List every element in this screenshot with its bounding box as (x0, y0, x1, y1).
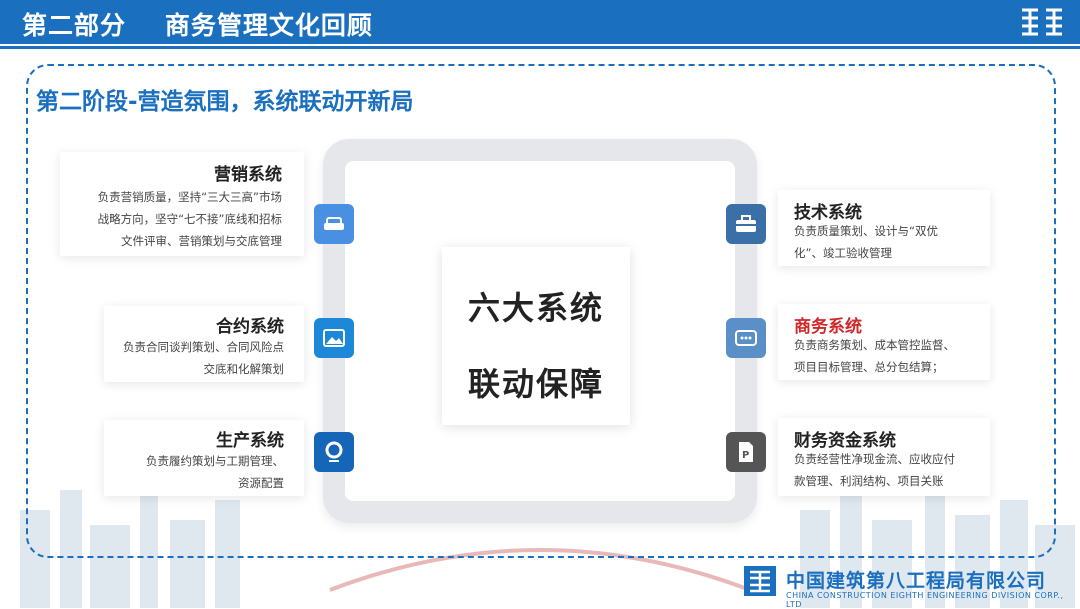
card-desc-line: 负责履约策划与工期管理、 (146, 454, 284, 468)
contract-system-card: 合约系统 负责合同谈判策划、合同风险点 交底和化解策划 (104, 306, 304, 382)
briefcase-icon (726, 204, 766, 244)
card-desc-line: 交底和化解策划 (203, 362, 285, 376)
header-underline (0, 46, 1080, 49)
card-desc-line: 化”、竣工验收管理 (794, 246, 892, 260)
card-desc-line: 款管理、利润结构、项目关账 (794, 474, 944, 488)
center-line-2: 联动保障 (467, 365, 604, 403)
center-line-1: 六大系统 (467, 289, 604, 327)
header-title: 第二部分 商务管理文化回顾 (22, 11, 373, 40)
sofa-icon (314, 204, 354, 244)
finance-system-card: 财务资金系统 负责经营性净现金流、应收应付 款管理、利润结构、项目关账 (778, 418, 990, 496)
phase-title: 第二阶段-营造氛围，系统联动开新局 (36, 89, 414, 115)
production-system-card: 生产系统 负责履约策划与工期管理、 资源配置 (104, 420, 304, 496)
card-title: 生产系统 (216, 431, 284, 451)
company-logo-icon (1022, 8, 1062, 36)
document-icon: P (726, 432, 766, 472)
card-desc-line: 文件评审、营销策划与交底管理 (121, 234, 282, 248)
card-desc-line: 负责经营性净现金流、应收应付 (794, 452, 955, 466)
svg-text:P: P (742, 450, 749, 461)
header-bar: 第二部分 商务管理文化回顾 (0, 0, 1080, 44)
card-desc-line: 负责商务策划、成本管控监督、 (794, 338, 955, 352)
company-name-en: CHINA CONSTRUCTION EIGHTH ENGINEERING DI… (786, 591, 1064, 609)
cscec-logo-icon (744, 566, 776, 596)
card-title: 合约系统 (216, 317, 284, 337)
card-desc-line: 负责营销质量，坚持“三大三高”市场 (97, 190, 282, 204)
center-card: 六大系统 联动保障 (442, 247, 630, 425)
company-name-cn: 中国建筑第八工程局有限公司 (786, 570, 1047, 592)
card-desc-line: 资源配置 (238, 476, 284, 490)
chat-icon (726, 318, 766, 358)
technology-system-card: 技术系统 负责质量策划、设计与“双优 化”、竣工验收管理 (778, 190, 990, 266)
card-desc-line: 项目目标管理、总分包结算； (794, 360, 944, 374)
card-desc-line: 战略方向，坚守“七不接”底线和招标 (97, 212, 282, 226)
card-title: 营销系统 (214, 165, 282, 185)
marketing-system-card: 营销系统 负责营销质量，坚持“三大三高”市场 战略方向，坚守“七不接”底线和招标… (60, 152, 304, 256)
commerce-system-card: 商务系统 负责商务策划、成本管控监督、 项目目标管理、总分包结算； (778, 304, 990, 380)
location-icon (314, 432, 354, 472)
card-desc-line: 负责质量策划、设计与“双优 (794, 224, 938, 238)
image-icon (314, 318, 354, 358)
card-desc-line: 负责合同谈判策划、合同风险点 (123, 340, 284, 354)
